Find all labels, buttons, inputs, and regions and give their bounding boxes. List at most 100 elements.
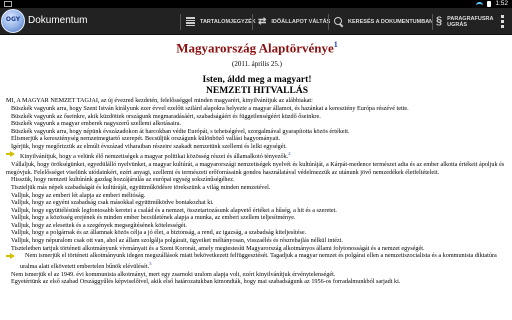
paragraph-icon: § — [436, 15, 443, 27]
paragraph-text: Valljuk, hogy a polgárnak és az államnak… — [6, 229, 508, 237]
paragraph-sentence: Valljuk, hogy népuralom csak ott van, ah… — [11, 237, 343, 245]
paragraph-text: Tiszteletben tartjuk történeti alkotmány… — [6, 245, 508, 253]
paragraph-sentence: MI, A MAGYAR NEMZET TAGJAI, az új évezre… — [6, 97, 313, 105]
paragraph-row: Kinyilvánítjuk, hogy a velünk élő nemzet… — [6, 150, 508, 161]
paragraph-sentence: Kinyilvánítjuk, hogy a velünk élő nemzet… — [20, 153, 289, 161]
overflow-menu-icon[interactable] — [501, 15, 504, 28]
wifi-icon — [476, 1, 484, 7]
paragraph-text: MI, A MAGYAR NEMZET TAGJAI, az új évezre… — [6, 97, 508, 105]
action-divider — [432, 14, 433, 30]
paragraph-sentence: Nem ismerjük el történeti alkotmányunk i… — [20, 252, 497, 270]
paragraph-sentence: Valljuk, hogy a közösség erejének és min… — [11, 214, 296, 222]
paragraph-sentence: Nem ismerjük el az 1949. évi kommunista … — [11, 270, 336, 278]
paragraph-row: Valljuk, hogy a polgárnak és az államnak… — [6, 229, 508, 237]
paragraph-row: Büszkék vagyunk arra, hogy népünk évszáz… — [6, 128, 508, 136]
paragraph-text: Valljuk, hogy népuralom csak ott van, ah… — [6, 237, 508, 245]
app-logo-icon[interactable]: OGY — [1, 9, 25, 33]
paragraph-sentence: Tiszteljük más népek szabadságát és kult… — [11, 183, 271, 191]
paragraph-row: Tiszteletben tartjuk történeti alkotmány… — [6, 245, 508, 253]
paragraph-text: Vállaljuk, hogy örökségünket, egyedüláll… — [6, 161, 508, 176]
change-marker-arrow-icon[interactable] — [6, 253, 15, 260]
paragraph-row: Valljuk, hogy az egyéni szabadság csak m… — [6, 199, 508, 207]
action-divider — [180, 14, 181, 30]
battery-icon — [487, 1, 492, 7]
paragraph-row: MI, A MAGYAR NEMZET TAGJAI, az új évezre… — [6, 97, 508, 105]
paragraph-list: MI, A MAGYAR NEMZET TAGJAI, az új évezre… — [6, 97, 508, 285]
paragraph-sentence: Elismerjük a kereszténység nemzetmegtart… — [11, 135, 281, 143]
document-title-text: Magyarország Alaptörvénye — [176, 40, 334, 56]
paragraph-row: Nem ismerjük el az 1949. évi kommunista … — [6, 271, 508, 279]
paragraph-sentence: Valljuk, hogy az elesettek és a szegénye… — [11, 221, 187, 229]
paragraph-row: Valljuk, hogy az emberi lét alapja az em… — [6, 192, 508, 200]
action-divider — [252, 14, 253, 30]
paragraph-row: Ígérjük, hogy megőrizzük az elmúlt évszá… — [6, 143, 508, 151]
document-heading: Isten, áldd meg a magyart! — [202, 75, 312, 86]
document-title: Magyarország Alaptörvénye1 — [6, 38, 508, 55]
paragraph-row: Egyetértünk az első szabad Országgyűlés … — [6, 278, 508, 286]
paragraph-row: Büszkék vagyunk a magyar emberek nagysze… — [6, 120, 508, 128]
paragraph-text: Valljuk, hogy együttélésünk legfontosabb… — [6, 207, 508, 215]
paragraph-sentence: Büszkék vagyunk a magyar emberek nagysze… — [11, 120, 182, 128]
paragraph-sentence: Ígérjük, hogy megőrizzük az elmúlt évszá… — [11, 142, 287, 150]
search-document-button[interactable]: KERESÉS A DOKUMENTUMBAN — [334, 8, 433, 35]
paragraph-row: Nem ismerjük el történeti alkotmányunk i… — [6, 252, 508, 270]
status-bar: 1:52 — [0, 0, 512, 8]
paragraph-row: Valljuk, hogy együttélésünk legfontosabb… — [6, 207, 508, 215]
paragraph-sentence: Hisszük, hogy nemzeti kultúránk gazdag h… — [11, 176, 235, 184]
action-bar: OGY Dokumentum TARTALOMJEGYZÉK ⇄ IDŐÁLLA… — [0, 8, 512, 35]
arrows-icon: ⇄ — [258, 16, 267, 27]
app-logo-label: OGY — [5, 16, 21, 23]
footnote-link[interactable]: 2 — [288, 151, 290, 156]
paragraph-text: Hisszük, hogy nemzeti kultúránk gazdag h… — [6, 176, 508, 184]
paragraph-text: Valljuk, hogy az egyéni szabadság csak m… — [6, 199, 508, 207]
paragraph-row: Valljuk, hogy a közösség erejének és min… — [6, 214, 508, 222]
paragraph-text: Büszkék vagyunk arra, hogy Szent István … — [6, 105, 508, 113]
paragraph-sentence: Vállaljuk, hogy örökségünket, egyedüláll… — [6, 161, 505, 176]
notification-icon — [4, 1, 12, 7]
paragraph-row: Büszkék vagyunk az őseinkre, akik küzdöt… — [6, 113, 508, 121]
paragraph-sentence: Büszkék vagyunk az őseinkre, akik küzdöt… — [11, 112, 321, 120]
toc-button-label: TARTALOMJEGYZÉK — [200, 18, 256, 25]
document-date: (2011. április 25.) — [232, 60, 282, 69]
search-document-button-label: KERESÉS A DOKUMENTUMBAN — [348, 18, 434, 25]
document-view[interactable]: Magyarország Alaptörvénye1 (2011. áprili… — [0, 36, 512, 320]
paragraph-text: Valljuk, hogy a közösség erejének és min… — [6, 214, 508, 222]
document-subheading: NEMZETI HITVALLÁS — [206, 86, 308, 97]
paragraph-row: Valljuk, hogy népuralom csak ott van, ah… — [6, 237, 508, 245]
paragraph-text: Tiszteljük más népek szabadságát és kult… — [6, 184, 508, 192]
paragraph-sentence: Büszkék vagyunk arra, hogy népünk évszáz… — [11, 127, 350, 135]
paragraph-row: Büszkék vagyunk arra, hogy Szent István … — [6, 105, 508, 113]
paragraph-sentence: Valljuk, hogy az egyéni szabadság csak m… — [11, 199, 214, 207]
toc-button[interactable]: TARTALOMJEGYZÉK — [186, 8, 256, 35]
paragraph-sentence: Büszkék vagyunk arra, hogy Szent István … — [11, 104, 409, 112]
paragraph-text: Egyetértünk az első szabad Országgyűlés … — [6, 278, 508, 286]
paragraph-sentence: Valljuk, hogy a polgárnak és az államnak… — [11, 229, 307, 237]
paragraph-text: Elismerjük a kereszténység nemzetmegtart… — [6, 135, 508, 143]
paragraph-text: Büszkék vagyunk a magyar emberek nagysze… — [6, 120, 508, 128]
paragraph-row: Hisszük, hogy nemzeti kultúránk gazdag h… — [6, 176, 508, 184]
paragraph-row: Vállaljuk, hogy örökségünket, egyedüláll… — [6, 161, 508, 176]
paragraph-text: Nem ismerjük el történeti alkotmányunk i… — [6, 252, 508, 270]
list-icon — [186, 17, 195, 26]
time-state-button-label: IDŐÁLLAPOT VÁLTÁS — [271, 18, 331, 25]
paragraph-text: Valljuk, hogy az emberi lét alapja az em… — [6, 192, 508, 200]
paragraph-row: Elismerjük a kereszténység nemzetmegtart… — [6, 135, 508, 143]
paragraph-text: Büszkék vagyunk az őseinkre, akik küzdöt… — [6, 113, 508, 121]
paragraph-text: Ígérjük, hogy megőrizzük az elmúlt évszá… — [6, 143, 508, 151]
paragraph-text: Büszkék vagyunk arra, hogy népünk évszáz… — [6, 128, 508, 136]
title-footnote-link[interactable]: 1 — [334, 40, 338, 49]
paragraph-sentence: Egyetértünk az első szabad Országgyűlés … — [11, 278, 401, 286]
paragraph-text: Nem ismerjük el az 1949. évi kommunista … — [6, 271, 508, 279]
paragraph-row: Tiszteljük más népek szabadságát és kult… — [6, 184, 508, 192]
change-marker-arrow-icon[interactable] — [6, 151, 15, 158]
time-state-button[interactable]: ⇄ IDŐÁLLAPOT VÁLTÁS — [258, 8, 330, 35]
paragraph-sentence: Valljuk, hogy az emberi lét alapja az em… — [11, 191, 146, 199]
paragraph-text: Kinyilvánítjuk, hogy a velünk élő nemzet… — [6, 150, 508, 161]
search-icon — [334, 17, 343, 26]
status-time: 1:52 — [495, 0, 508, 7]
action-divider — [328, 14, 329, 30]
footnote-link[interactable]: 3 — [149, 261, 151, 266]
paragraph-row: Valljuk, hogy az elesettek és a szegénye… — [6, 222, 508, 230]
paragraph-sentence: Valljuk, hogy együttélésünk legfontosabb… — [11, 206, 337, 214]
status-icons: 1:52 — [476, 0, 508, 8]
